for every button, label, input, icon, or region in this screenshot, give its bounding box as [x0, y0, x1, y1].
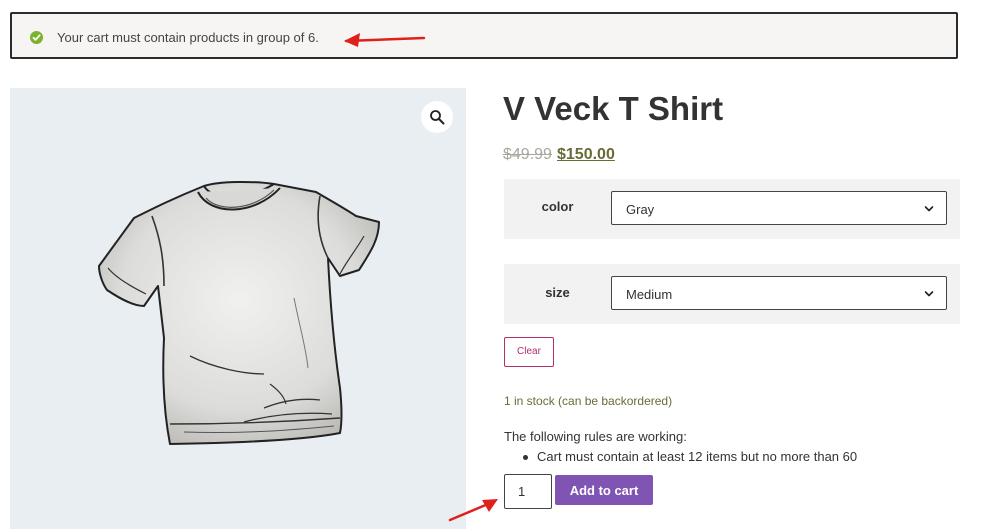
check-circle-icon	[30, 31, 43, 44]
clear-button[interactable]: Clear	[504, 337, 554, 367]
annotation-arrow-icon	[344, 33, 426, 47]
color-select[interactable]: Gray	[611, 191, 947, 225]
chevron-down-icon	[924, 291, 934, 297]
chevron-down-icon	[924, 206, 934, 212]
cart-notice: Your cart must contain products in group…	[10, 12, 958, 59]
variation-label-color: color	[541, 199, 574, 214]
stock-status: 1 in stock (can be backordered)	[504, 394, 673, 408]
zoom-button[interactable]	[421, 101, 453, 133]
product-title: V Veck T Shirt	[503, 90, 724, 127]
color-selected-value: Gray	[626, 202, 655, 217]
variation-label-size: size	[545, 285, 570, 300]
variation-row-color: color Gray	[504, 179, 960, 239]
product-image[interactable]	[10, 88, 466, 529]
add-to-cart-button[interactable]: Add to cart	[555, 475, 653, 505]
size-selected-value: Medium	[626, 287, 673, 302]
regular-price: $49.99	[503, 146, 552, 163]
rule-item: Cart must contain at least 12 items but …	[504, 449, 857, 464]
rules-list: Cart must contain at least 12 items but …	[504, 449, 857, 464]
tshirt-illustration	[98, 180, 380, 445]
annotation-arrow-icon	[448, 499, 498, 522]
variation-row-size: size Medium	[504, 264, 960, 324]
notice-message: Your cart must contain products in group…	[57, 30, 319, 45]
size-select[interactable]: Medium	[611, 276, 947, 310]
sale-price: $150.00	[557, 146, 615, 163]
quantity-input[interactable]	[504, 474, 552, 509]
magnifier-icon	[430, 110, 445, 125]
rules-heading: The following rules are working:	[504, 429, 687, 444]
